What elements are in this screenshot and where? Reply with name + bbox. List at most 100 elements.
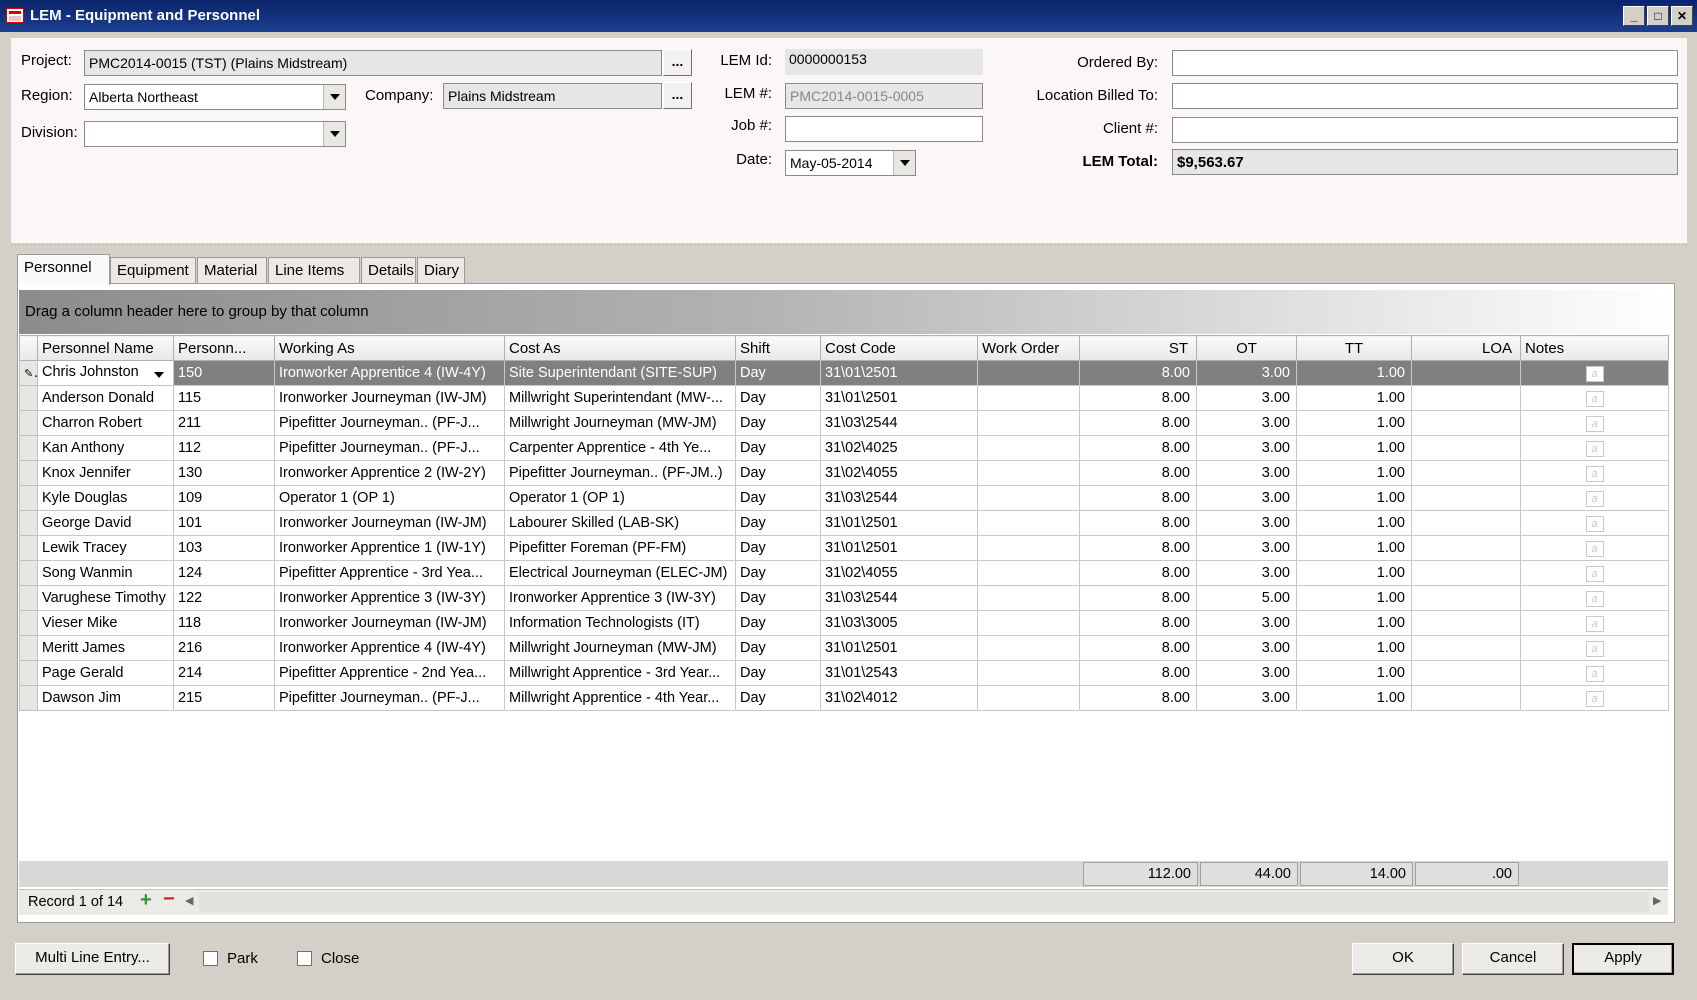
column-header-personnel-name[interactable]: Personnel Name [37,335,174,361]
table-cell[interactable]: 3.00 [1196,385,1297,411]
horizontal-scrollbar[interactable] [199,892,1649,912]
table-cell[interactable]: 118 [173,610,275,636]
table-cell[interactable]: 150 [173,360,275,386]
notes-cell[interactable]: a [1520,435,1669,461]
notes-cell[interactable]: a [1520,635,1669,661]
table-cell[interactable]: 31\02\4012 [820,685,978,711]
project-field[interactable]: PMC2014-0015 (TST) (Plains Midstream) [84,50,662,76]
table-cell[interactable]: Lewik Tracey [37,535,174,561]
table-cell[interactable]: 8.00 [1079,460,1197,486]
table-cell[interactable] [1411,460,1521,486]
chevron-down-icon[interactable] [151,364,169,383]
table-cell[interactable]: Operator 1 (OP 1) [504,485,736,511]
table-cell[interactable]: Day [735,435,821,461]
table-cell[interactable]: Day [735,485,821,511]
table-cell[interactable] [1411,560,1521,586]
table-cell[interactable]: 5.00 [1196,585,1297,611]
table-cell[interactable]: Ironworker Apprentice 2 (IW-2Y) [274,460,505,486]
table-cell[interactable]: Pipefitter Journeyman.. (PF-J... [274,435,505,461]
column-header-cost-code[interactable]: Cost Code [820,335,978,361]
job-number-input[interactable] [785,116,983,142]
note-icon[interactable]: a [1585,615,1604,632]
table-cell[interactable]: 8.00 [1079,560,1197,586]
table-cell[interactable]: Varughese Timothy [37,585,174,611]
table-cell[interactable] [1411,385,1521,411]
table-cell[interactable]: 1.00 [1296,385,1412,411]
table-cell[interactable]: Day [735,635,821,661]
table-cell[interactable]: 1.00 [1296,410,1412,436]
window-titlebar[interactable]: LEM - Equipment and Personnel _ □ ✕ [0,0,1697,32]
table-cell[interactable]: 3.00 [1196,435,1297,461]
table-cell[interactable]: Knox Jennifer [37,460,174,486]
tab-material[interactable]: Material [197,257,267,284]
table-cell[interactable]: Dawson Jim [37,685,174,711]
table-cell[interactable] [1411,410,1521,436]
table-cell[interactable]: Day [735,410,821,436]
table-cell[interactable]: Song Wanmin [37,560,174,586]
table-row[interactable]: Charron Robert 211 Pipefitter Journeyman..… [19,410,1669,436]
table-cell[interactable]: 8.00 [1079,660,1197,686]
table-cell[interactable] [977,385,1080,411]
table-cell[interactable]: Page Gerald [37,660,174,686]
table-cell[interactable]: 8.00 [1079,610,1197,636]
table-cell[interactable]: Electrical Journeyman (ELEC-JM) [504,560,736,586]
tab-details[interactable]: Details [361,257,416,284]
note-icon[interactable]: a [1585,390,1604,407]
maximize-icon[interactable]: □ [1647,6,1669,26]
table-cell[interactable]: 31\01\2501 [820,385,978,411]
table-cell[interactable] [977,435,1080,461]
table-cell[interactable]: Millwright Journeyman (MW-JM) [504,410,736,436]
park-checkbox[interactable] [203,951,218,966]
note-icon[interactable]: a [1585,415,1604,432]
table-cell[interactable]: Pipefitter Apprentice - 3rd Yea... [274,560,505,586]
table-cell[interactable]: 124 [173,560,275,586]
table-cell[interactable] [977,535,1080,561]
table-cell[interactable]: Chris Johnston [37,360,174,386]
table-cell[interactable]: Ironworker Journeyman (IW-JM) [274,610,505,636]
table-cell[interactable]: Pipefitter Apprentice - 2nd Yea... [274,660,505,686]
table-row[interactable]: Anderson Donald 115 Ironworker Journeyman … [19,385,1669,411]
table-cell[interactable]: 3.00 [1196,560,1297,586]
table-row[interactable]: Page Gerald 214 Pipefitter Apprentice - 2n… [19,660,1669,686]
tab-line-items[interactable]: Line Items [268,257,360,284]
row-indicator[interactable] [19,685,38,711]
note-icon[interactable]: a [1585,365,1604,382]
ordered-by-input[interactable] [1172,50,1678,76]
table-cell[interactable]: 216 [173,635,275,661]
table-cell[interactable] [1411,635,1521,661]
table-row[interactable]: Kan Anthony 112 Pipefitter Journeyman.. (P… [19,435,1669,461]
chevron-down-icon[interactable] [323,85,345,109]
table-cell[interactable]: 3.00 [1196,510,1297,536]
table-row[interactable]: Knox Jennifer 130 Ironworker Apprentice 2 … [19,460,1669,486]
table-cell[interactable]: 3.00 [1196,360,1297,386]
table-cell[interactable]: Vieser Mike [37,610,174,636]
note-icon[interactable]: a [1585,440,1604,457]
row-indicator[interactable] [19,435,38,461]
delete-record-icon[interactable]: − [163,888,175,911]
apply-button[interactable]: Apply [1572,943,1674,975]
notes-cell[interactable]: a [1520,410,1669,436]
table-cell[interactable]: 8.00 [1079,685,1197,711]
table-cell[interactable]: Day [735,560,821,586]
region-select[interactable]: Alberta Northeast [84,84,346,110]
notes-cell[interactable]: a [1520,385,1669,411]
note-icon[interactable]: a [1585,590,1604,607]
note-icon[interactable]: a [1585,490,1604,507]
table-row[interactable]: Meritt James 216 Ironworker Apprentice 4 (… [19,635,1669,661]
column-header-personnel-number[interactable]: Personn... [173,335,275,361]
row-indicator[interactable] [19,585,38,611]
table-cell[interactable]: Day [735,585,821,611]
row-indicator[interactable] [19,485,38,511]
table-cell[interactable]: 122 [173,585,275,611]
table-cell[interactable]: 3.00 [1196,410,1297,436]
row-indicator[interactable] [19,460,38,486]
splitter[interactable] [11,244,1687,246]
table-cell[interactable]: 109 [173,485,275,511]
table-cell[interactable]: 3.00 [1196,610,1297,636]
scroll-right-icon[interactable]: ▶ [1653,894,1661,907]
table-cell[interactable]: Millwright Apprentice - 3rd Year... [504,660,736,686]
notes-cell[interactable]: a [1520,535,1669,561]
table-cell[interactable]: Ironworker Apprentice 1 (IW-1Y) [274,535,505,561]
table-cell[interactable]: 31\02\4055 [820,560,978,586]
table-row[interactable]: Vieser Mike 118 Ironworker Journeyman (IW-… [19,610,1669,636]
